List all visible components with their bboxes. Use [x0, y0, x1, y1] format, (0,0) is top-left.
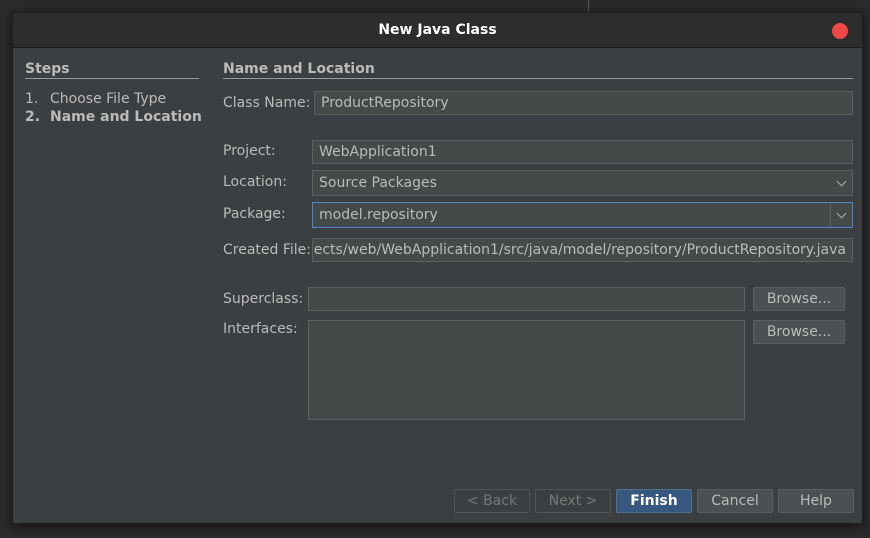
- superclass-browse-button[interactable]: Browse...: [753, 287, 845, 311]
- step-label: Choose File Type: [50, 91, 167, 107]
- interfaces-list[interactable]: [308, 320, 745, 420]
- cancel-button[interactable]: Cancel: [697, 489, 773, 513]
- project-label: Project:: [223, 143, 276, 159]
- step-number: 1.: [25, 91, 39, 107]
- interfaces-label: Interfaces:: [223, 321, 298, 337]
- dialog-title: New Java Class: [378, 22, 497, 38]
- step-choose-file-type: 1. Choose File Type: [25, 91, 166, 107]
- location-select[interactable]: Source Packages: [312, 170, 853, 196]
- class-name-input[interactable]: ProductRepository: [314, 91, 853, 115]
- steps-divider: [25, 78, 199, 79]
- finish-button[interactable]: Finish: [616, 489, 692, 513]
- package-combobox[interactable]: model.repository: [312, 202, 853, 228]
- background-divider: [588, 0, 589, 12]
- class-name-label: Class Name:: [223, 95, 311, 111]
- panel-heading: Name and Location: [223, 61, 375, 77]
- dialog-titlebar: New Java Class: [13, 13, 862, 48]
- created-file-field: sProjects/web/WebApplication1/src/java/m…: [312, 238, 853, 262]
- new-java-class-dialog: New Java Class Steps 1. Choose File Type …: [12, 12, 863, 524]
- panel-divider: [223, 78, 853, 79]
- step-name-and-location: 2. Name and Location: [25, 109, 202, 125]
- location-value: Source Packages: [319, 175, 437, 191]
- location-label: Location:: [223, 174, 287, 190]
- created-file-path: sProjects/web/WebApplication1/src/java/m…: [312, 242, 846, 258]
- package-label: Package:: [223, 206, 286, 222]
- superclass-label: Superclass:: [223, 291, 304, 307]
- project-field: WebApplication1: [312, 140, 853, 164]
- created-file-label: Created File:: [223, 242, 311, 258]
- steps-heading: Steps: [25, 61, 70, 77]
- back-button[interactable]: < Back: [454, 489, 530, 513]
- interfaces-browse-button[interactable]: Browse...: [753, 320, 845, 344]
- chevron-down-icon[interactable]: [830, 203, 852, 227]
- superclass-input[interactable]: [308, 287, 745, 311]
- next-button[interactable]: Next >: [535, 489, 611, 513]
- chevron-down-icon[interactable]: [830, 171, 852, 195]
- close-button[interactable]: [832, 23, 848, 39]
- help-button[interactable]: Help: [778, 489, 854, 513]
- step-label: Name and Location: [50, 109, 202, 125]
- step-number: 2.: [25, 109, 41, 125]
- package-value: model.repository: [319, 207, 438, 223]
